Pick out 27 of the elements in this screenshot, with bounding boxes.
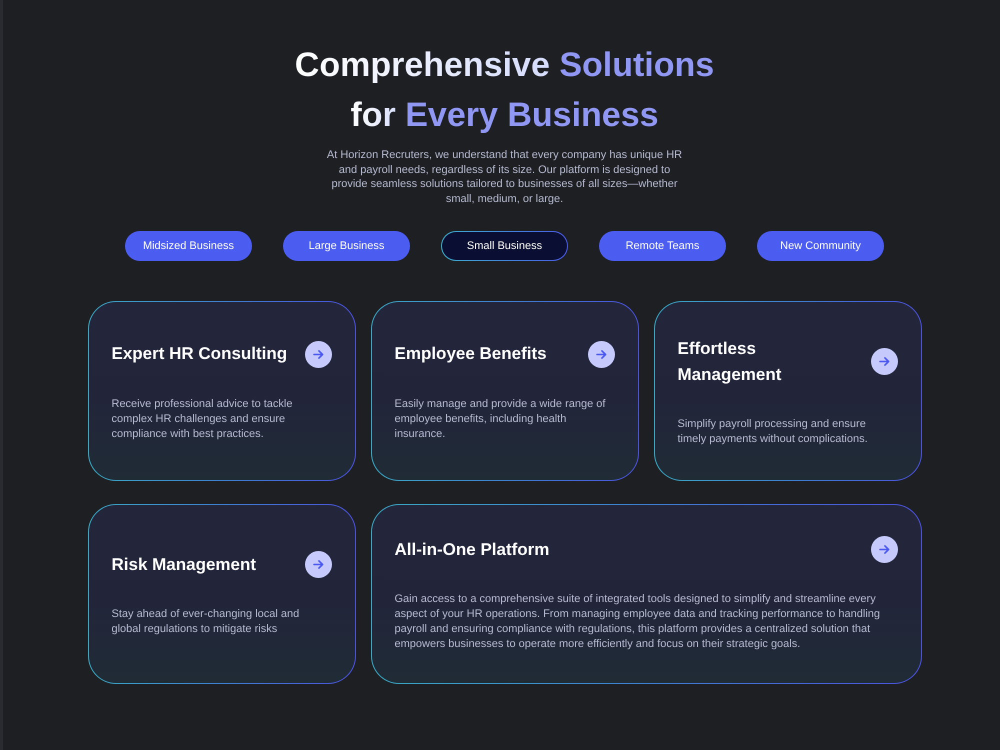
card-title: Expert HR Consulting [112, 343, 288, 365]
filter-tab[interactable]: Large Business [283, 231, 410, 261]
filter-tab[interactable]: New Community [757, 231, 884, 261]
arrow-right-icon [878, 545, 890, 554]
arrow-right-icon [596, 350, 606, 358]
arrow-button[interactable] [304, 340, 332, 368]
arrow-button[interactable] [870, 536, 898, 563]
card-title: Risk Management [112, 554, 258, 576]
arrow-button[interactable] [304, 551, 332, 578]
arrow-right-icon [878, 357, 890, 366]
section-heading: Comprehensive Solutions for Every Business [294, 45, 714, 136]
card-title: All-in-One Platform [394, 538, 550, 560]
arrow-button[interactable] [588, 340, 614, 368]
filter-tab[interactable]: Small Business [441, 231, 568, 261]
arrow-right-icon [312, 560, 324, 569]
arrow-right-icon [312, 350, 324, 358]
card-description: Receive professional advice to tackle complex HR challenges and ensure compliance with best practices. [112, 396, 294, 442]
card-title: Effortless Management [678, 338, 782, 386]
intro-paragraph: At Horizon Recruters, we understand that every company has unique HR and payroll needs, regardless of its size. Our platform is designed to provide seamless solutions tailored to businesses of all sizes—whether small, medium, or large. [326, 148, 684, 206]
filter-tab[interactable]: Midsized Business [125, 231, 252, 261]
filter-tab[interactable]: Remote Teams [599, 231, 726, 261]
card-title: Employee Benefits [394, 343, 548, 365]
card-description: Gain access to a comprehensive suite of integrated tools designed to simplify and streamline every aspect of your HR operations. From managing employee data and tracking performance to handling payroll and ensuring compliance with regulations, this platform provides a centralized solution that empowers businesses to operate more efficiently and focus on their strategic goals. [394, 592, 881, 652]
arrow-button[interactable] [870, 348, 898, 375]
card-description: Stay ahead of ever-changing local and global regulations to mitigate risks [112, 607, 300, 637]
card-description: Simplify payroll processing and ensure timely payments without complications. [678, 416, 869, 446]
card-description: Easily manage and provide a wide range of employee benefits, including health insurance. [394, 396, 606, 442]
